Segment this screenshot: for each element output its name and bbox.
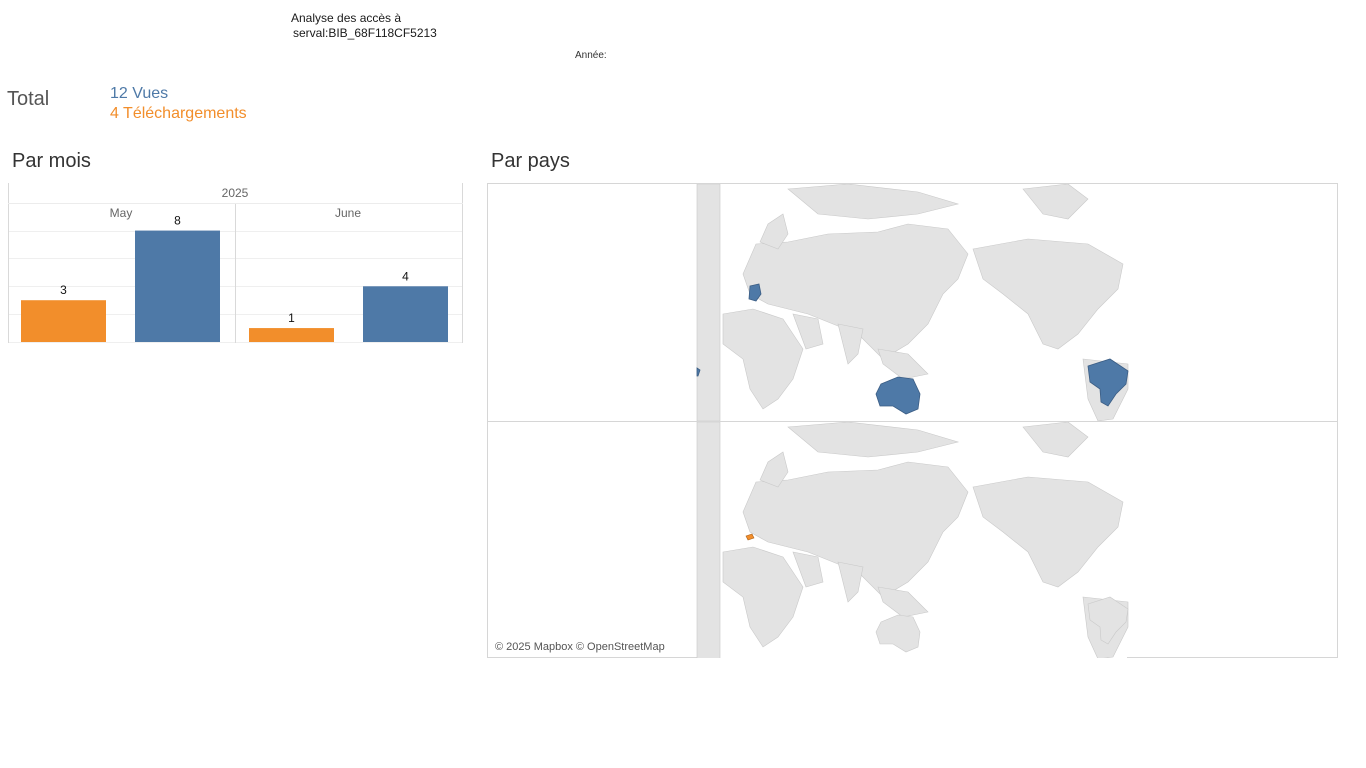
map-svg-views [696,184,1129,421]
map-panel-views[interactable] [488,184,1337,421]
year-filter-label[interactable]: Année: [575,50,607,61]
total-label: Total [7,88,50,110]
bar-views-june [363,286,448,342]
month-header-may: May [110,206,133,220]
bar-marks: 3 8 1 4 [21,214,448,342]
bar-label-views-june: 4 [402,269,409,283]
bar-views-may [135,230,220,342]
year-header: 2025 [222,186,249,200]
bar-label-views-may: 8 [174,214,181,228]
total-views: 12 Vues [110,85,169,102]
title-line-2: serval:BIB_68F118CF5213 [293,26,437,40]
map-svg-downloads [696,422,1129,658]
bar-downloads-may [21,300,106,342]
month-header-june: June [335,206,361,220]
bar-chart-svg: 2025 May June 3 8 1 4 [8,183,463,343]
base-land-bottom [696,422,1129,658]
land-antarctic-strip-left [696,422,721,658]
bar-label-downloads-may: 3 [60,283,67,297]
section-title-by-month: Par mois [12,150,91,172]
bar-label-downloads-june: 1 [288,311,295,325]
total-downloads: 4 Téléchargements [110,105,247,122]
land-antarctic-strip-left [696,184,721,421]
title-line-1: Analyse des accès à [291,11,402,25]
section-title-by-country: Par pays [491,150,570,172]
monthly-bar-chart[interactable]: 2025 May June 3 8 1 4 [8,183,464,345]
map-panel-downloads[interactable] [488,421,1337,658]
page-title: Analyse des accès à serval:BIB_68F118CF5… [291,11,437,41]
map-attribution[interactable]: © 2025 Mapbox © OpenStreetMap [495,641,665,653]
bar-downloads-june [249,328,334,342]
country-map[interactable]: © 2025 Mapbox © OpenStreetMap [487,183,1338,658]
